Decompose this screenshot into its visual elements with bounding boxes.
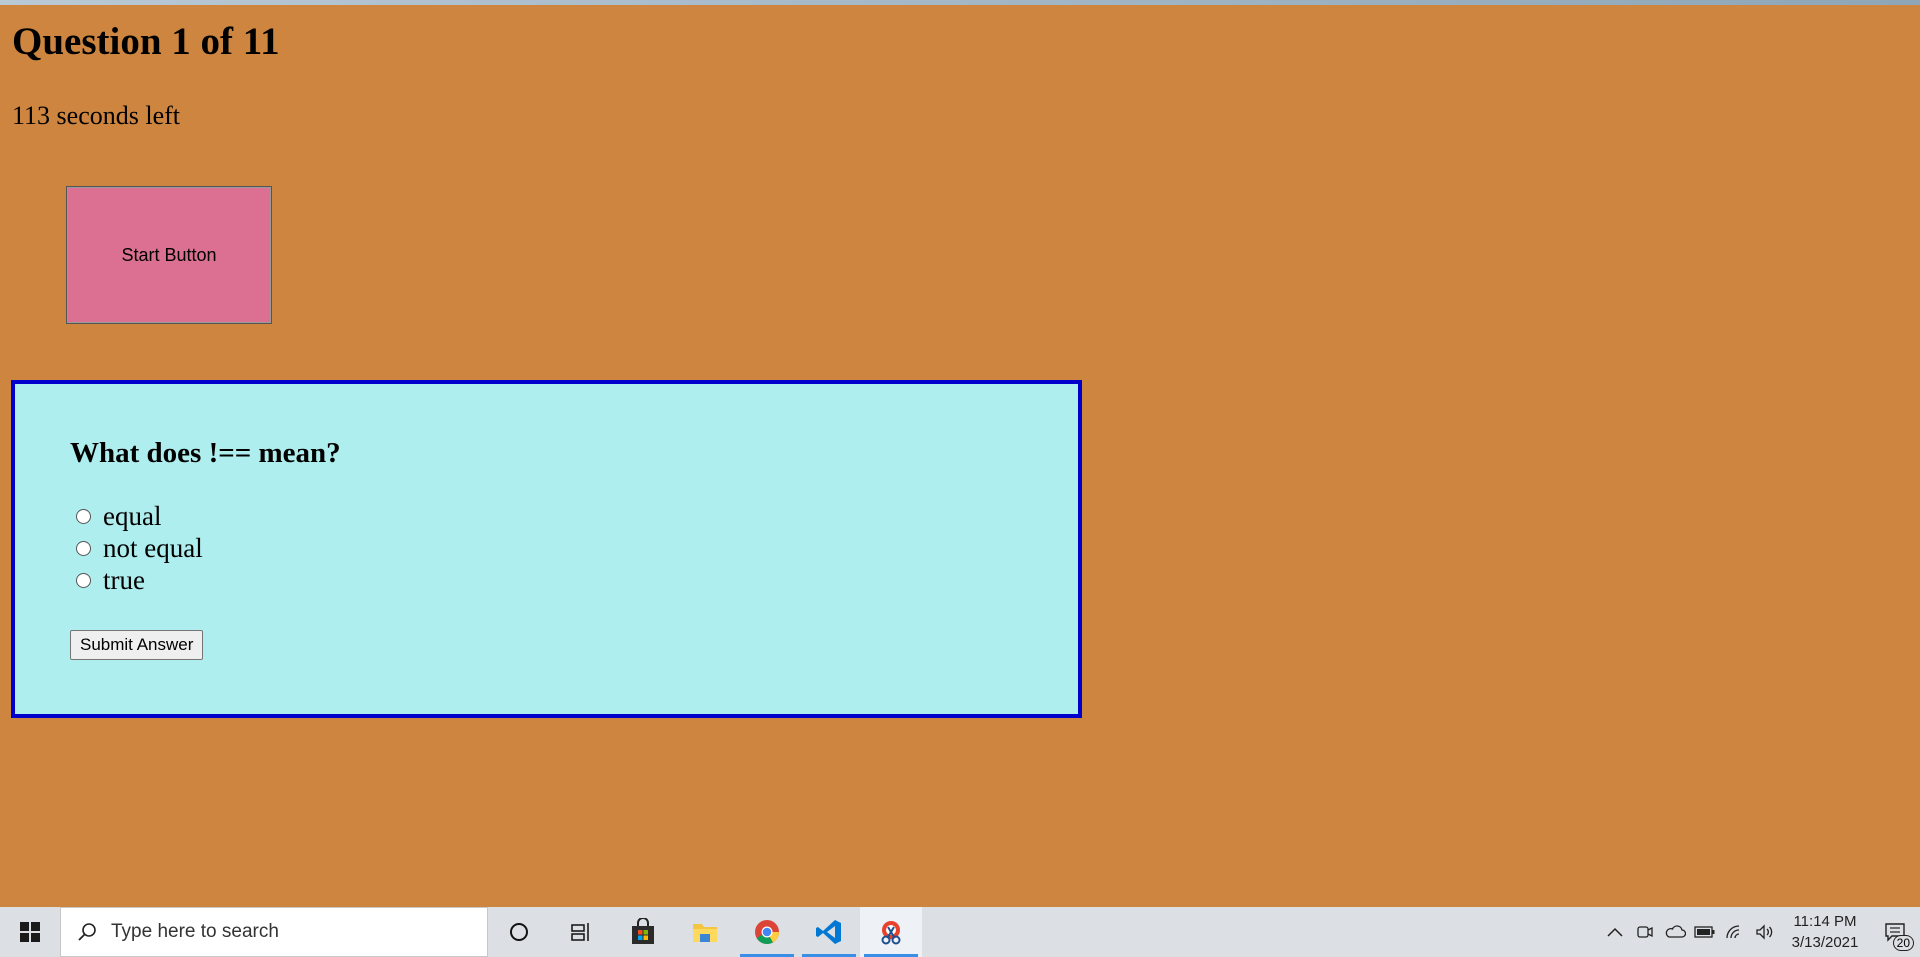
file-explorer-button[interactable] bbox=[674, 907, 736, 957]
network-button[interactable] bbox=[1720, 907, 1750, 957]
cortana-button[interactable] bbox=[488, 907, 550, 957]
snip-sketch-icon bbox=[881, 921, 901, 945]
battery-button[interactable] bbox=[1690, 907, 1720, 957]
start-menu-button[interactable] bbox=[0, 907, 60, 957]
windows-logo-icon bbox=[20, 922, 40, 942]
search-icon bbox=[78, 923, 96, 941]
volume-icon bbox=[1756, 924, 1773, 940]
task-view-icon bbox=[571, 923, 589, 941]
search-placeholder: Type here to search bbox=[111, 921, 279, 942]
task-view-button[interactable] bbox=[550, 907, 612, 957]
chrome-icon bbox=[755, 920, 779, 945]
clock-time: 11:14 PM bbox=[1793, 913, 1857, 930]
answer-label: not equal bbox=[103, 532, 203, 563]
volume-button[interactable] bbox=[1750, 907, 1780, 957]
answer-option-true[interactable]: true bbox=[73, 564, 203, 596]
file-explorer-icon bbox=[693, 924, 717, 942]
question-text: What does !== mean? bbox=[70, 437, 341, 469]
action-center-button[interactable]: 20 bbox=[1870, 907, 1920, 957]
answer-label: true bbox=[103, 564, 145, 595]
radio-button[interactable] bbox=[76, 508, 91, 524]
vscode-button[interactable] bbox=[798, 907, 860, 957]
vscode-icon bbox=[816, 920, 841, 944]
taskbar-search-box[interactable]: Type here to search bbox=[60, 907, 488, 957]
meet-now-button[interactable] bbox=[1630, 907, 1660, 957]
wifi-icon bbox=[1726, 925, 1740, 939]
submit-answer-button[interactable]: Submit Answer bbox=[70, 630, 204, 660]
store-icon bbox=[632, 918, 654, 944]
radio-button[interactable] bbox=[76, 540, 91, 556]
meet-now-icon bbox=[1637, 926, 1653, 938]
start-button[interactable]: Start Button bbox=[66, 186, 272, 324]
clock-date: 3/13/2021 bbox=[1791, 934, 1859, 951]
battery-icon bbox=[1694, 926, 1715, 938]
chrome-button[interactable] bbox=[736, 907, 798, 957]
taskbar-clock[interactable]: 11:14 PM 3/13/2021 bbox=[1780, 911, 1870, 953]
question-counter-heading: Question 1 of 11 bbox=[12, 20, 280, 63]
chevron-up-icon bbox=[1607, 927, 1623, 937]
system-tray: 11:14 PM 3/13/2021 20 bbox=[1600, 907, 1920, 957]
snip-sketch-button[interactable] bbox=[860, 907, 922, 957]
store-button[interactable] bbox=[612, 907, 674, 957]
question-card: What does !== mean? equal not equal true… bbox=[11, 380, 1082, 718]
answer-option-not-equal[interactable]: not equal bbox=[73, 532, 203, 564]
show-hidden-icons-button[interactable] bbox=[1600, 907, 1630, 957]
onedrive-icon bbox=[1665, 925, 1686, 938]
answer-options: equal not equal true bbox=[73, 500, 203, 596]
notification-count-badge: 20 bbox=[1892, 935, 1914, 951]
quiz-page: Question 1 of 11 113 seconds left Start … bbox=[0, 5, 1920, 907]
answer-option-equal[interactable]: equal bbox=[73, 500, 203, 532]
answer-label: equal bbox=[103, 500, 162, 531]
cortana-icon bbox=[510, 923, 528, 941]
countdown-timer: 113 seconds left bbox=[12, 101, 180, 130]
radio-button[interactable] bbox=[76, 572, 91, 588]
windows-taskbar: Type here to search 11:14 PM 3/13/2021 2… bbox=[0, 907, 1920, 957]
onedrive-button[interactable] bbox=[1660, 907, 1690, 957]
